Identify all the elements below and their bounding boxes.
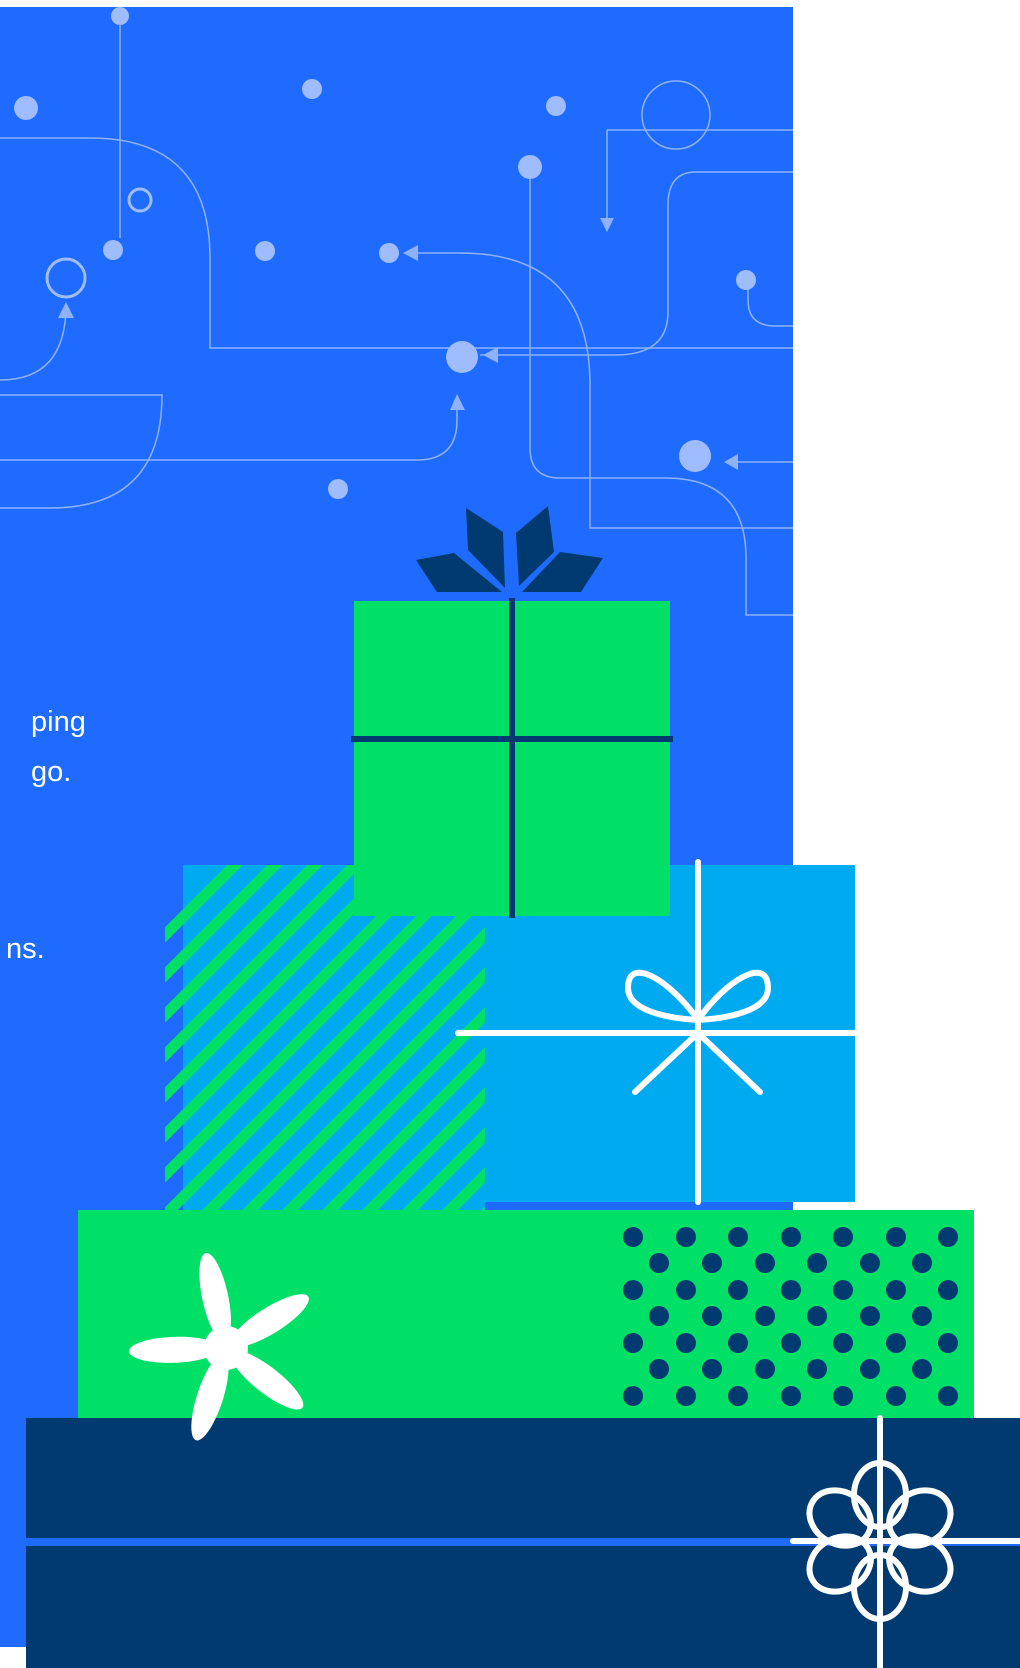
gift-stack-illustration [26,506,1020,1668]
network-dots [14,7,756,499]
arrow-left-icon [403,245,418,261]
gift-box-green-dotted [78,1210,974,1441]
arrow-left-icon [483,347,498,363]
network-rings [45,187,153,299]
arrow-left-icon [724,454,738,470]
arrow-up-icon [58,302,74,318]
arrow-down-icon [600,218,614,232]
arrow-up-icon [450,394,465,410]
bow-icon [416,506,603,592]
gift-box-green-top [351,506,673,918]
network-lines-pattern [0,15,793,616]
illustration-canvas [0,7,1020,1668]
